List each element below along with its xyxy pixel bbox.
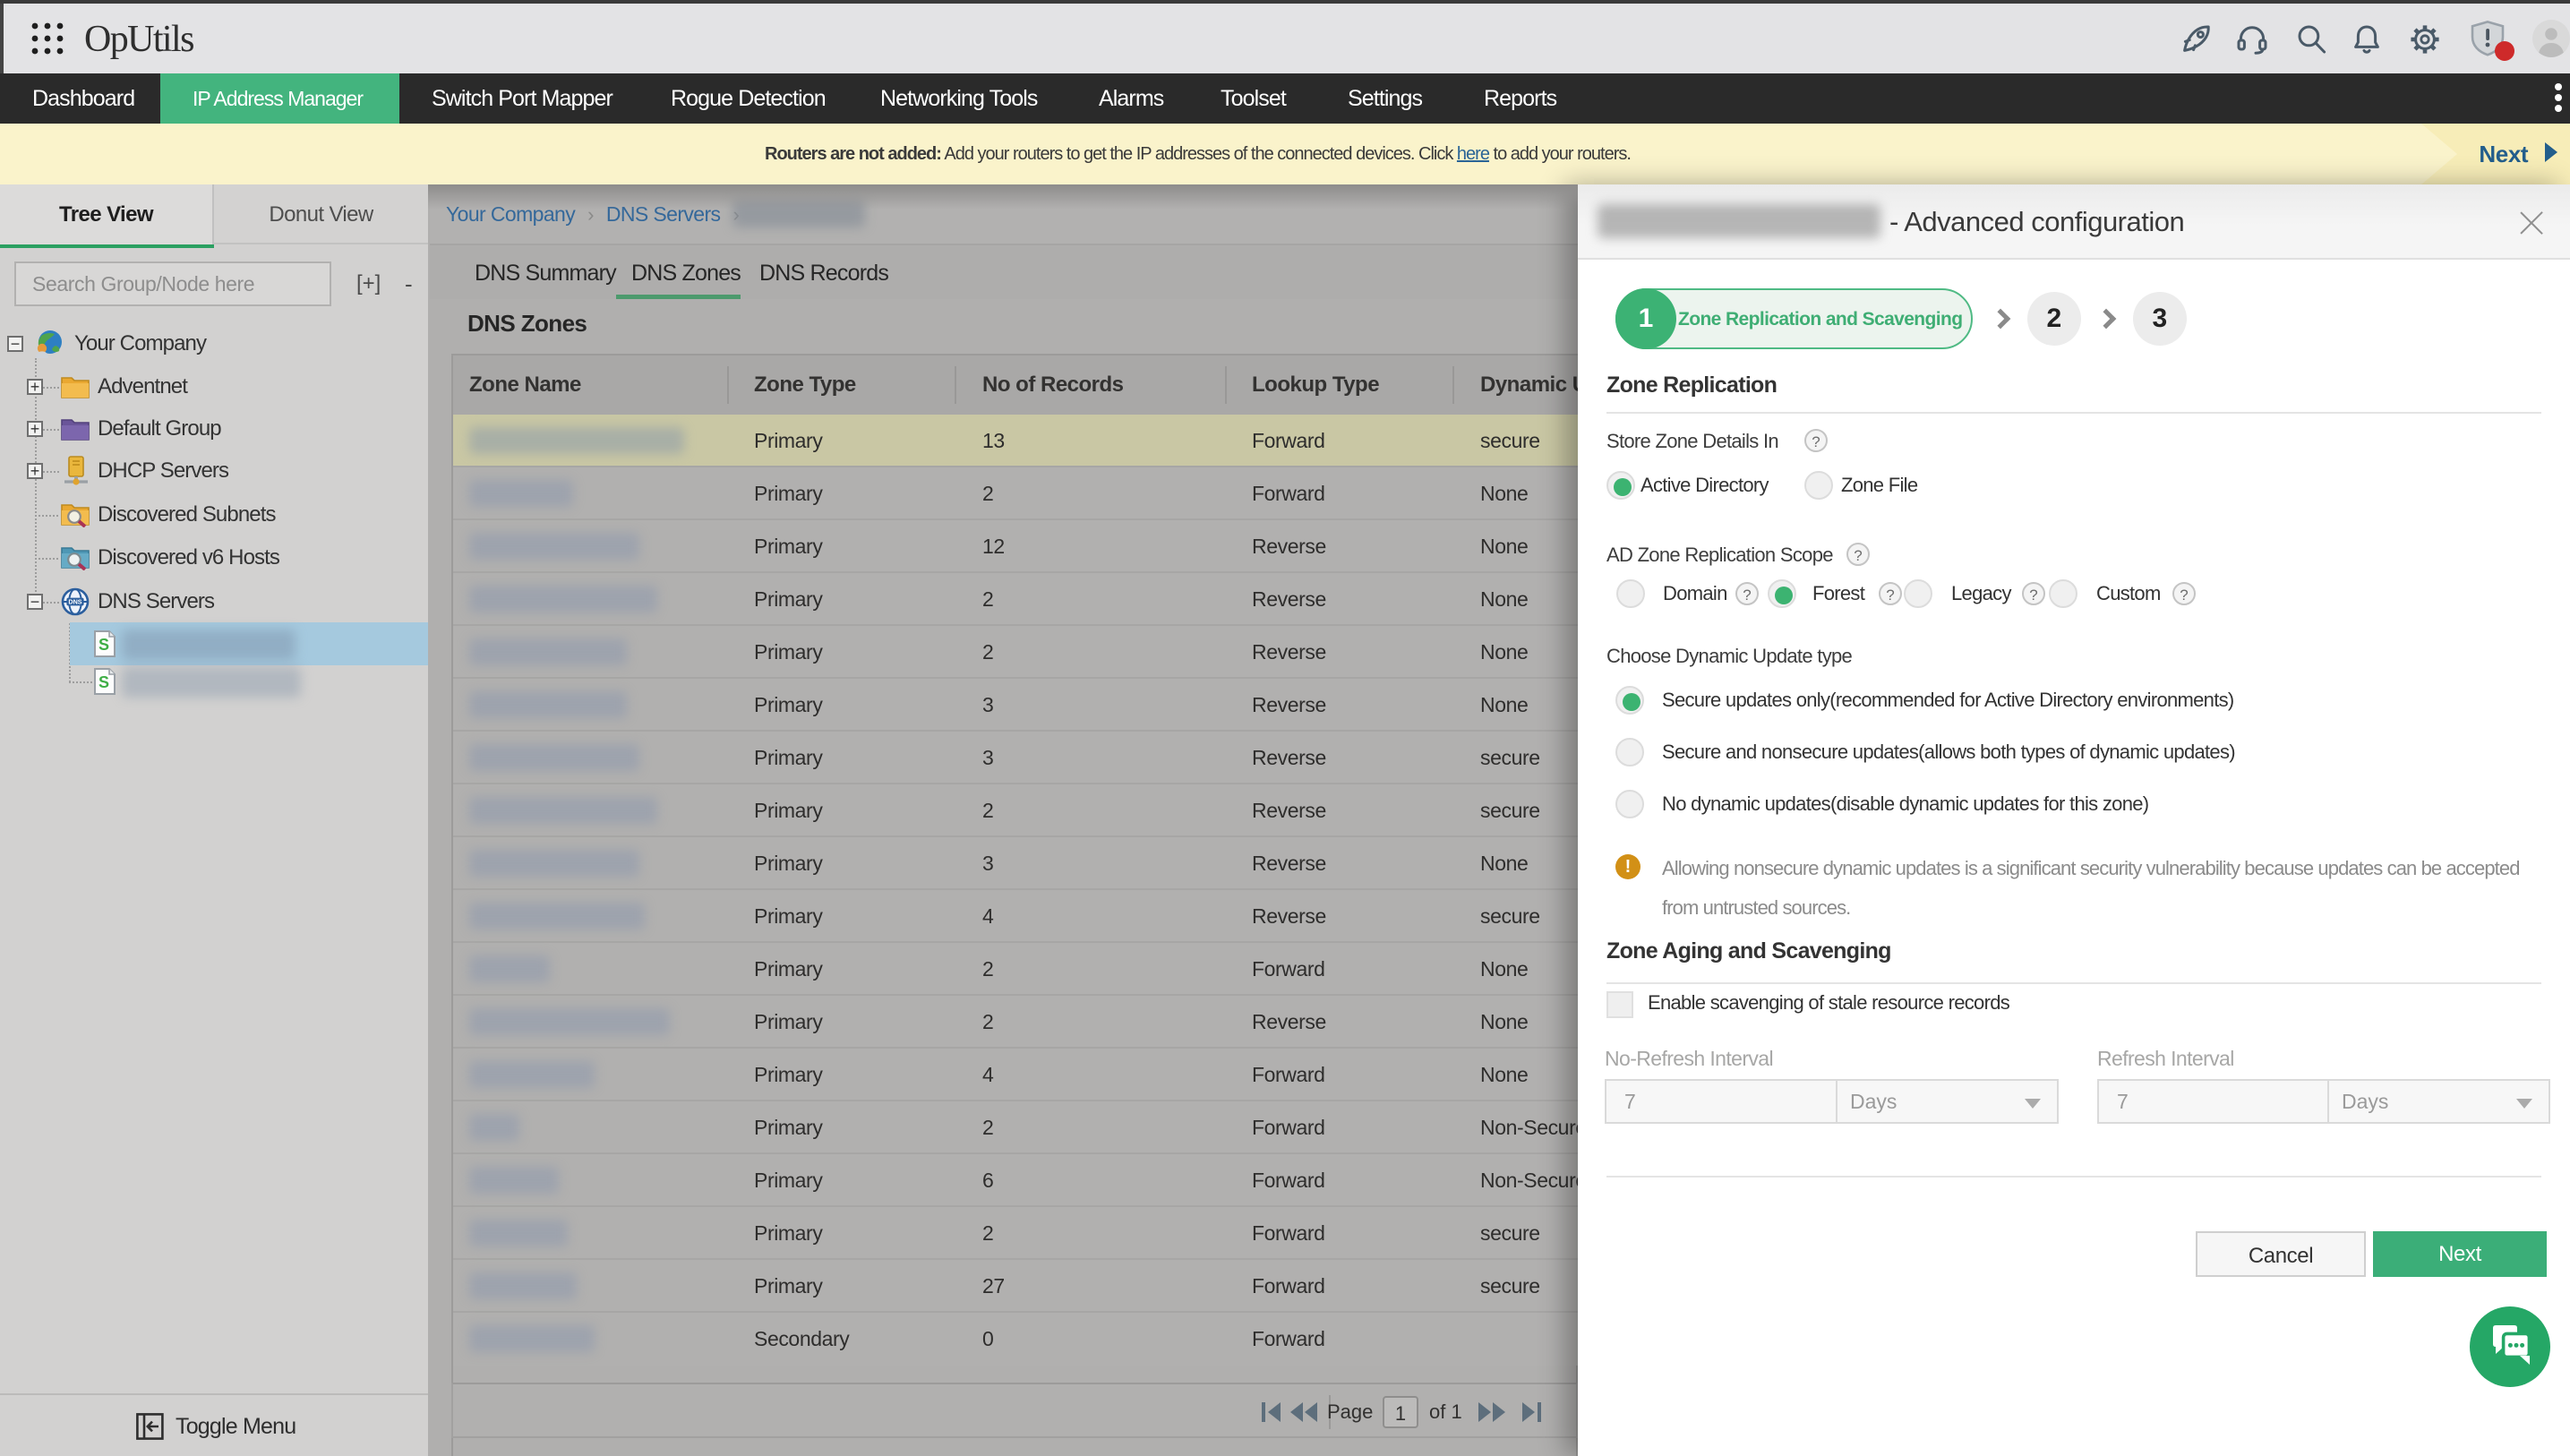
svg-text:DNS: DNS (68, 598, 81, 606)
svg-text:S: S (99, 673, 109, 691)
svg-text:S: S (99, 636, 109, 654)
